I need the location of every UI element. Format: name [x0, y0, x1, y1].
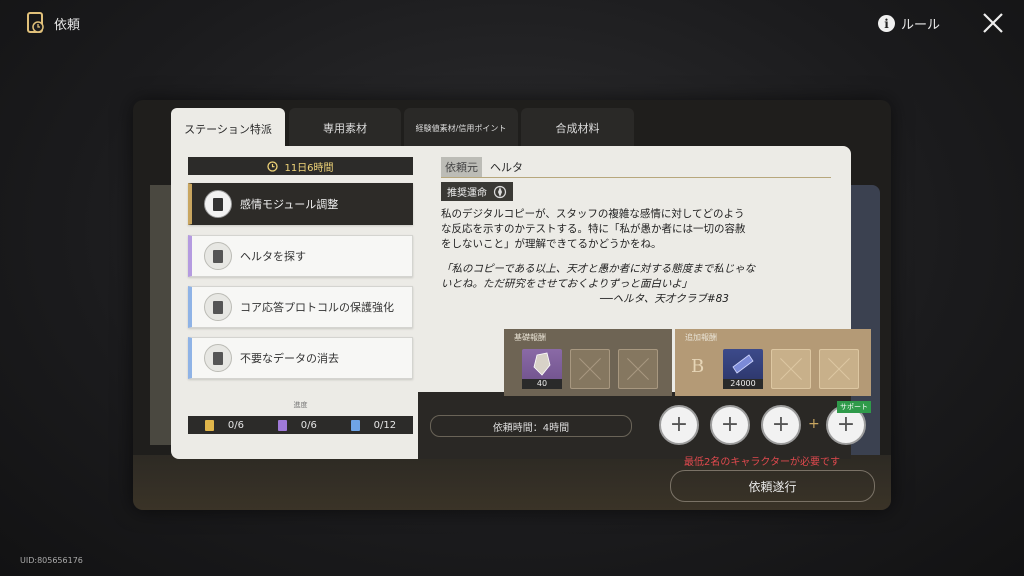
rule-label: ルール: [901, 18, 941, 33]
basic-rewards: 基礎報酬 40: [504, 329, 672, 396]
character-slot-3[interactable]: +: [761, 405, 801, 445]
erudition-path-icon: [493, 185, 507, 198]
progress-value: 0/12: [373, 419, 397, 431]
client-tag: 依頼元: [441, 157, 482, 177]
timer-bar: 11日6時間: [188, 157, 413, 175]
recommend-label: 推奨運命: [447, 188, 487, 199]
quote-signature: ──ヘルタ、天才クラブ#83: [600, 293, 729, 305]
mission-item-label: ヘルタを探す: [240, 250, 306, 263]
assignment-icon: [27, 12, 44, 33]
crystal-icon: [533, 352, 551, 376]
mission-description: 私のデジタルコピーが、スタッフの複雑な感情に対してどのような反応を示すのかテスト…: [441, 208, 746, 250]
reward-slot-empty: [771, 349, 811, 389]
plus-icon: +: [771, 412, 791, 437]
header: 依頼: [26, 12, 80, 34]
progress-gold: 0/6: [204, 419, 244, 431]
mission-item-label: コア応答プロトコルの保護強化: [240, 301, 394, 314]
document-icon: [204, 344, 232, 372]
progress-purple: 0/6: [277, 419, 317, 431]
blue-doc-icon: [350, 419, 360, 431]
reward-item-credits[interactable]: 24000: [723, 349, 763, 389]
document-icon: [204, 293, 232, 321]
duration-pill: 依頼時間：4時間: [430, 415, 632, 437]
requirement-warning: 最低2名のキャラクターが必要です: [684, 457, 840, 468]
mission-item-data-cleanup[interactable]: 不要なデータの消去: [188, 337, 413, 379]
character-slot-1[interactable]: +: [659, 405, 699, 445]
progress-value: 0/6: [227, 419, 244, 431]
reward-slot-empty: [819, 349, 859, 389]
progress-label: 進度: [293, 401, 308, 409]
progress-value: 0/6: [300, 419, 317, 431]
rule-button[interactable]: i ルール: [878, 14, 940, 33]
gold-doc-icon: [204, 419, 214, 431]
timer-text: 11日6時間: [284, 162, 334, 174]
progress-blue: 0/12: [350, 419, 397, 431]
reward-count: 40: [522, 379, 562, 389]
plus-separator-icon: +: [808, 416, 820, 432]
client-row: 依頼元 ヘルタ: [441, 157, 523, 177]
tab-exp-credits[interactable]: 経験値素材/信用ポイント: [404, 108, 518, 148]
reward-item-crystal[interactable]: 40: [522, 349, 562, 389]
reward-count: 24000: [723, 379, 763, 389]
reward-slot-empty: [570, 349, 610, 389]
extra-reward-label: 追加報酬: [685, 333, 717, 342]
reward-grade: B: [691, 356, 705, 377]
reward-slot-empty: [618, 349, 658, 389]
plus-icon: +: [720, 412, 740, 437]
mission-item-emotion-module[interactable]: 感情モジュール調整: [188, 183, 413, 225]
mission-item-label: 感情モジュール調整: [240, 198, 339, 211]
close-icon[interactable]: [981, 11, 1005, 35]
plus-icon: +: [669, 412, 689, 437]
mission-item-find-herta[interactable]: ヘルタを探す: [188, 235, 413, 277]
plus-icon: +: [836, 412, 856, 437]
dispatch-button[interactable]: 依頼遂行: [670, 470, 875, 502]
progress-bar: 0/6 0/6 0/12: [188, 416, 413, 434]
basic-reward-label: 基礎報酬: [514, 333, 546, 342]
purple-doc-icon: [277, 419, 287, 431]
extra-rewards: 追加報酬 24000: [675, 329, 871, 396]
uid-text: UID:805656176: [20, 556, 83, 565]
support-badge: サポート: [837, 401, 871, 413]
mission-quote: 「私のコピーである以上、天才と愚か者に対する態度まで私じゃないとね。ただ研究をさ…: [441, 263, 756, 290]
mission-item-core-protocol[interactable]: コア応答プロトコルの保護強化: [188, 286, 413, 328]
module-icon: [204, 190, 232, 218]
page-title: 依頼: [54, 17, 81, 33]
credit-icon: [732, 354, 754, 374]
tab-station-dispatch[interactable]: ステーション特派: [171, 108, 285, 150]
tab-synthesis-materials[interactable]: 合成材料: [521, 108, 634, 148]
client-name: ヘルタ: [490, 161, 523, 174]
info-icon: i: [878, 15, 895, 32]
character-slot-2[interactable]: +: [710, 405, 750, 445]
notes-icon: [204, 242, 232, 270]
left-sheet-decoration: [150, 185, 171, 445]
mission-item-label: 不要なデータの消去: [240, 352, 339, 365]
clock-icon: [267, 160, 279, 172]
recommended-path: 推奨運命: [441, 182, 513, 201]
divider: [441, 177, 831, 178]
tab-exclusive-materials[interactable]: 専用素材: [289, 108, 401, 148]
